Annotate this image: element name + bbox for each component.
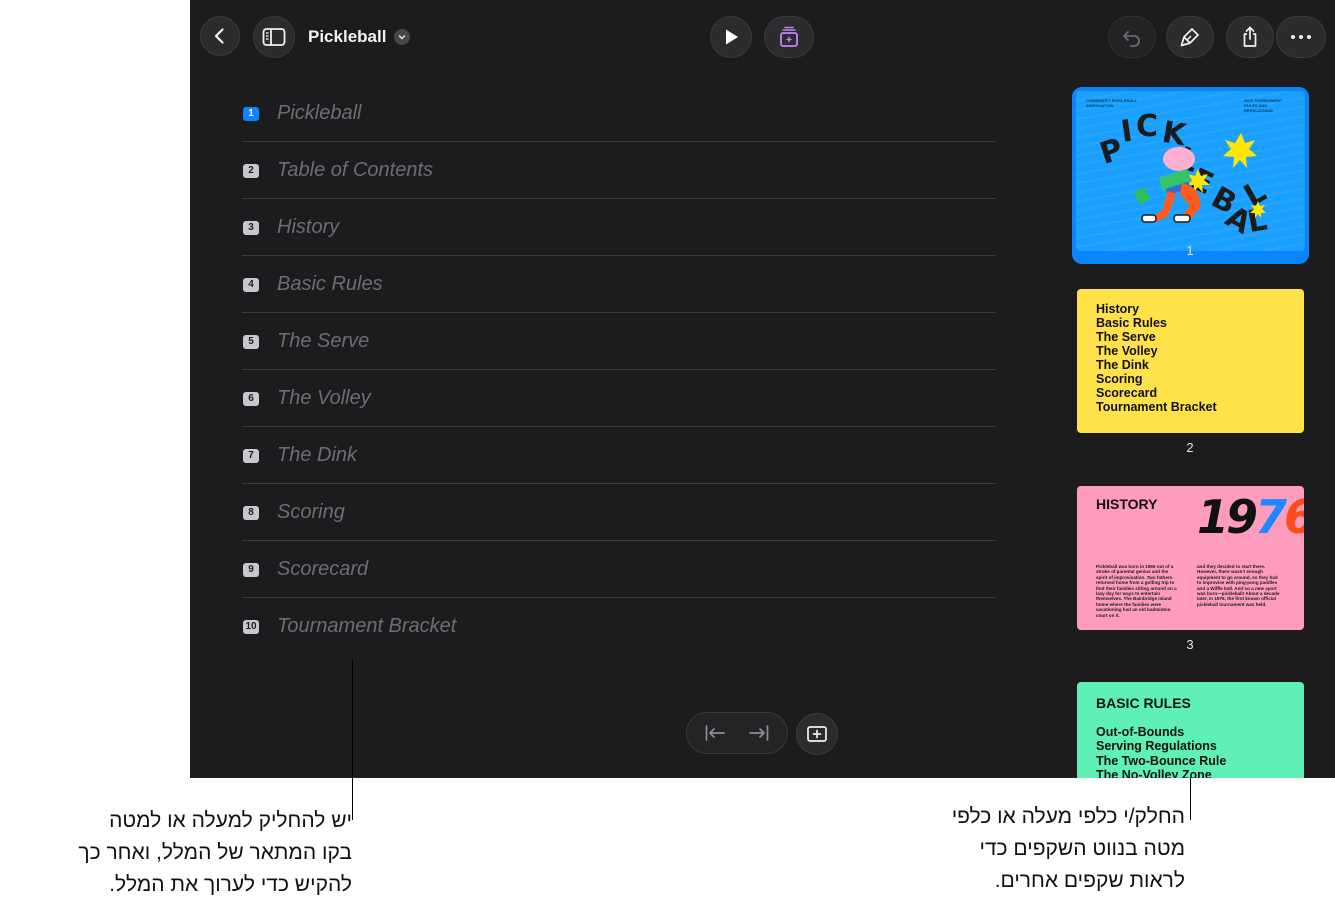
outline-row-label[interactable]: Scoring (277, 501, 345, 524)
slide-number-badge: 1 (243, 107, 259, 121)
outline-row[interactable]: 7 The Dink (242, 427, 996, 484)
svg-text:I: I (1119, 114, 1135, 150)
slide-number-badge: 5 (243, 335, 259, 349)
slide3-paragraph-left: Pickleball was born in 1965 out of a str… (1096, 564, 1177, 618)
indent-controls (686, 712, 788, 754)
format-brush-icon (1180, 28, 1199, 47)
share-button[interactable] (1226, 16, 1274, 58)
slide3-heading: HISTORY (1096, 496, 1158, 512)
outline-row[interactable]: 9 Scorecard (242, 541, 996, 598)
slide-number-badge: 3 (243, 221, 259, 235)
slide-number-badge: 4 (243, 278, 259, 292)
more-icon (1291, 35, 1311, 39)
pickleball-illustration: P I C K L E B A L L (1096, 109, 1273, 242)
play-icon (726, 29, 738, 45)
slide-thumbnail-2[interactable]: History Basic Rules The Serve The Volley The… (1077, 289, 1304, 433)
outline-row[interactable]: 2 Table of Contents (242, 142, 996, 199)
outline-row-label[interactable]: Table of Contents (277, 159, 433, 182)
outline-row-label[interactable]: Scorecard (277, 558, 368, 581)
rule-item: Out-of-Bounds (1096, 725, 1185, 739)
keynote-window: Pickleball 1 Pickleball 2 Table of Contents… (190, 0, 1335, 778)
outdent-icon (705, 725, 725, 741)
slide-thumbnail-1[interactable]: COMMUNITY PICKLEBALL ASSOCIATION 2025 TO… (1076, 91, 1305, 251)
outline-row-label[interactable]: Tournament Bracket (277, 615, 456, 638)
toc-item: The Volley (1096, 344, 1158, 358)
outline-row[interactable]: 5 The Serve (242, 313, 996, 370)
outdent-button[interactable] (704, 724, 726, 742)
back-chevron-icon (214, 28, 224, 44)
slide-number-badge: 2 (243, 164, 259, 178)
toc-item: Scoring (1096, 372, 1143, 386)
outline-row[interactable]: 1 Pickleball (242, 85, 996, 142)
outline-row[interactable]: 3 History (242, 199, 996, 256)
toc-item: The Dink (1096, 358, 1149, 372)
callout-right: החלק/י כלפי מעלה או כלפי מטה בנווט השקפי… (951, 805, 1185, 892)
outline-list[interactable]: 1 Pickleball 2 Table of Contents 3 History 4 Ba… (242, 85, 996, 655)
slide-number-2: 2 (1186, 440, 1194, 455)
toc-item: History (1096, 302, 1140, 316)
outline-row-label[interactable]: The Dink (277, 444, 357, 467)
slide-number-1: 1 (1186, 243, 1194, 258)
svg-text:C: C (1136, 109, 1158, 144)
outline-row-label[interactable]: The Serve (277, 330, 369, 353)
indent-icon (749, 725, 769, 741)
slide3-paragraph-right: and they decided to start there. However… (1197, 564, 1280, 607)
undo-icon (1123, 31, 1140, 47)
toc-list: History Basic Rules The Serve The Volley The… (1096, 302, 1217, 414)
rule-item: Serving Regulations (1096, 739, 1217, 754)
outline-row[interactable]: 6 The Volley (242, 370, 996, 427)
outline-row-label[interactable]: History (277, 216, 339, 239)
slide-number-badge: 9 (243, 563, 259, 577)
chevron-down-icon (394, 29, 411, 45)
share-icon (1243, 26, 1257, 47)
toc-item: Basic Rules (1096, 316, 1167, 330)
add-slide-icon (807, 726, 827, 742)
indent-button[interactable] (748, 724, 770, 742)
callout-left: יש להחליק למעלה או למטה בקו המתאר של המל… (78, 809, 352, 896)
undo-button[interactable] (1108, 16, 1156, 58)
more-button[interactable] (1276, 16, 1326, 58)
slide4-list: Out-of-Bounds Serving Regulations The Two-… (1096, 725, 1226, 778)
slide-number-3: 3 (1186, 637, 1194, 652)
callout-line-right (1190, 778, 1191, 820)
back-button[interactable] (200, 16, 240, 56)
outline-row[interactable]: 4 Basic Rules (242, 256, 996, 313)
format-button[interactable] (1166, 16, 1214, 58)
document-title: Pickleball (308, 27, 387, 46)
slide-number-badge: 8 (243, 506, 259, 520)
outline-row-label[interactable]: The Volley (277, 387, 371, 410)
slide-thumbnail-3[interactable]: HISTORY 1976 Pickleball was born in 1965… (1077, 486, 1304, 630)
animate-icon (780, 26, 798, 47)
toc-item: Scorecard (1096, 386, 1158, 400)
document-title-menu[interactable]: Pickleball (308, 26, 411, 48)
add-slide-button[interactable] (796, 713, 838, 755)
slide-number-badge: 6 (243, 392, 259, 406)
toc-item: The Serve (1096, 330, 1156, 344)
slide-thumbnail-4[interactable]: BASIC RULES Out-of-Bounds Serving Regulat… (1077, 682, 1304, 778)
sidebar-icon (262, 28, 286, 46)
callout-line-left (352, 660, 353, 820)
slide3-year: 1976 (1197, 490, 1304, 544)
sidebar-toggle-button[interactable] (253, 16, 295, 58)
outline-row-label[interactable]: Pickleball (277, 102, 361, 125)
toc-item: Tournament Bracket (1096, 400, 1217, 414)
rule-item: The No-Volley Zone (1096, 767, 1212, 778)
outline-row[interactable]: 8 Scoring (242, 484, 996, 541)
outline-row[interactable]: 10 Tournament Bracket (242, 598, 996, 655)
animate-button[interactable] (764, 16, 814, 58)
slide4-heading: BASIC RULES (1096, 695, 1191, 711)
slide-number-badge: 10 (243, 620, 259, 634)
slide-number-badge: 7 (243, 449, 259, 463)
outline-row-label[interactable]: Basic Rules (277, 273, 383, 296)
rule-item: The Two-Bounce Rule (1096, 753, 1227, 768)
play-button[interactable] (710, 16, 752, 58)
